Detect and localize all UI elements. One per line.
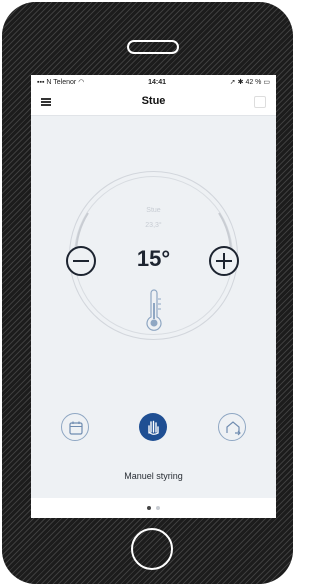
thermometer-icon [146,289,162,331]
decrease-temperature-button[interactable] [66,246,96,276]
active-mode-label: Manuel styring [124,471,183,481]
schedule-mode-button[interactable] [61,413,89,441]
calendar-icon [69,421,83,435]
phone-frame: ▪▪▪ N Telenor ◠ 14:41 ➚ ✱ 42 % ▭ Stue St… [2,2,293,584]
battery-icon: ▭ [263,79,270,86]
hand-icon [148,420,159,435]
away-mode-button[interactable] [218,413,246,441]
page-title: Stue [141,95,166,107]
edit-icon[interactable] [254,96,266,108]
navigation-bar: Stue [31,89,276,116]
bluetooth-icon: ✱ [237,79,244,86]
clock: 14:41 [148,78,166,86]
increase-temperature-button[interactable] [209,246,239,276]
speaker-grille [127,40,179,54]
page-indicator [31,498,276,518]
home-button[interactable] [131,528,173,570]
signal-icon: ▪▪▪ [37,79,45,86]
page-dot[interactable] [147,506,151,510]
room-name: Stue [146,207,161,214]
location-icon: ➚ [229,79,236,86]
home-leave-icon [226,421,241,436]
status-bar: ▪▪▪ N Telenor ◠ 14:41 ➚ ✱ 42 % ▭ [31,75,276,89]
minus-icon [73,260,89,262]
wifi-icon: ◠ [78,79,85,86]
carrier-label: ▪▪▪ N Telenor ◠ [37,79,85,86]
battery-indicator: ➚ ✱ 42 % ▭ [229,79,270,86]
current-temperature: 23,3° [145,222,162,229]
manual-mode-button[interactable] [139,413,167,441]
page-dot[interactable] [156,506,160,510]
app-screen: ▪▪▪ N Telenor ◠ 14:41 ➚ ✱ 42 % ▭ Stue St… [31,75,276,518]
